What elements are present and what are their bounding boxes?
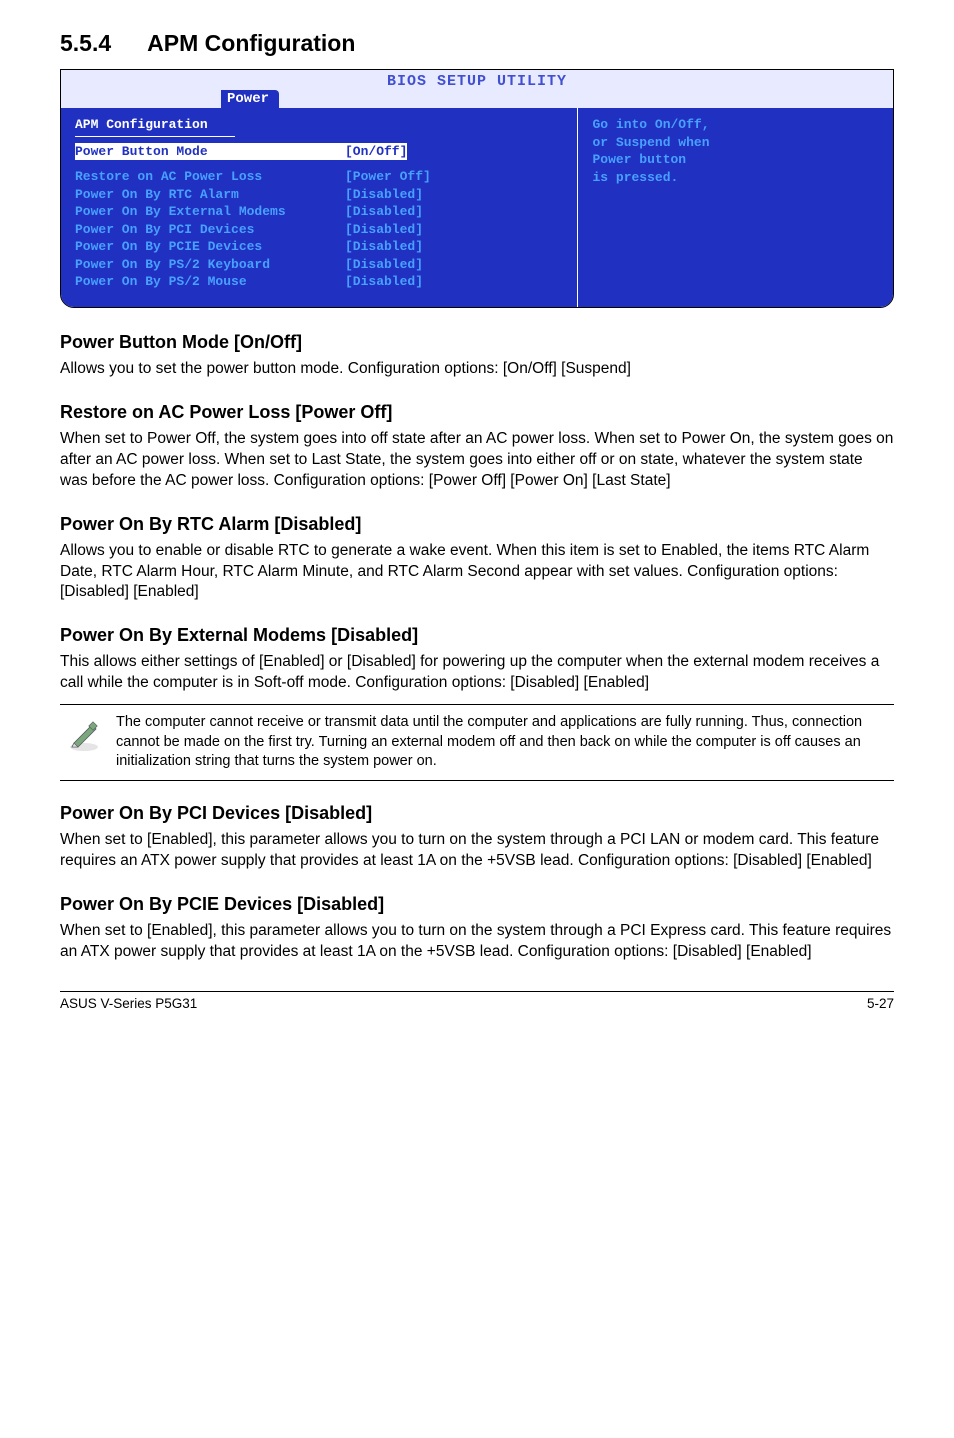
section-title: 5.5.4 APM Configuration bbox=[60, 30, 894, 57]
sub-heading: Restore on AC Power Loss [Power Off] bbox=[60, 402, 894, 423]
help-line: Go into On/Off, bbox=[592, 116, 881, 134]
sub-heading: Power On By PCI Devices [Disabled] bbox=[60, 803, 894, 824]
section-number: 5.5.4 bbox=[60, 30, 111, 57]
footer-left: ASUS V-Series P5G31 bbox=[60, 996, 197, 1011]
content-sections-2: Power On By PCI Devices [Disabled] When s… bbox=[60, 803, 894, 963]
bios-row-value: [Disabled] bbox=[345, 238, 423, 256]
help-line: Power button bbox=[592, 151, 881, 169]
bios-setup-title: BIOS SETUP UTILITY bbox=[387, 73, 567, 90]
page-footer: ASUS V-Series P5G31 5-27 bbox=[60, 991, 894, 1011]
bios-row: Power On By PS/2 Mouse[Disabled] bbox=[75, 273, 565, 291]
content-sections: Power Button Mode [On/Off] Allows you to … bbox=[60, 332, 894, 694]
bios-tab-power: Power bbox=[221, 90, 279, 108]
body-text: Allows you to enable or disable RTC to g… bbox=[60, 541, 894, 604]
bios-row-value: [Disabled] bbox=[345, 256, 423, 274]
bios-row: Power On By PS/2 Keyboard[Disabled] bbox=[75, 256, 565, 274]
help-line: or Suspend when bbox=[592, 134, 881, 152]
bios-row-key: Power On By PS/2 Keyboard bbox=[75, 256, 345, 274]
bios-row-key: Power Button Mode bbox=[75, 143, 345, 161]
apm-config-heading: APM Configuration bbox=[75, 116, 565, 134]
note-text: The computer cannot receive or transmit … bbox=[116, 713, 894, 772]
bios-row: Power On By PCIE Devices[Disabled] bbox=[75, 238, 565, 256]
bios-row-value: [Disabled] bbox=[345, 273, 423, 291]
bios-panel: BIOS SETUP UTILITY Power APM Configurati… bbox=[60, 69, 894, 308]
bios-row: Power On By PCI Devices[Disabled] bbox=[75, 221, 565, 239]
body-text: This allows either settings of [Enabled]… bbox=[60, 652, 894, 694]
bios-row-value: [On/Off] bbox=[345, 143, 407, 161]
bios-row-value: [Disabled] bbox=[345, 186, 423, 204]
bios-inner: APM Configuration Power Button Mode[On/O… bbox=[61, 108, 893, 307]
help-line: is pressed. bbox=[592, 169, 881, 187]
sub-heading: Power On By RTC Alarm [Disabled] bbox=[60, 514, 894, 535]
bios-row-value: [Disabled] bbox=[345, 203, 423, 221]
pencil-icon bbox=[60, 713, 116, 758]
body-text: When set to [Enabled], this parameter al… bbox=[60, 830, 894, 872]
bios-help-pane: Go into On/Off, or Suspend when Power bu… bbox=[578, 108, 893, 307]
bios-header: BIOS SETUP UTILITY bbox=[61, 70, 893, 92]
body-text: When set to Power Off, the system goes i… bbox=[60, 429, 894, 492]
sub-heading: Power Button Mode [On/Off] bbox=[60, 332, 894, 353]
body-text: Allows you to set the power button mode.… bbox=[60, 359, 894, 380]
bios-row: Restore on AC Power Loss[Power Off] bbox=[75, 168, 565, 186]
section-heading-text: APM Configuration bbox=[147, 30, 355, 56]
bios-row-value: [Disabled] bbox=[345, 221, 423, 239]
body-text: When set to [Enabled], this parameter al… bbox=[60, 921, 894, 963]
sub-heading: Power On By External Modems [Disabled] bbox=[60, 625, 894, 646]
bios-row-key: Power On By PS/2 Mouse bbox=[75, 273, 345, 291]
bios-row-key: Power On By PCI Devices bbox=[75, 221, 345, 239]
bios-row-key: Restore on AC Power Loss bbox=[75, 168, 345, 186]
bios-row: Power Button Mode[On/Off] bbox=[75, 143, 565, 161]
footer-right: 5-27 bbox=[867, 996, 894, 1011]
sub-heading: Power On By PCIE Devices [Disabled] bbox=[60, 894, 894, 915]
bios-rows-container: Power Button Mode[On/Off]Restore on AC P… bbox=[75, 143, 565, 291]
bios-row-key: Power On By PCIE Devices bbox=[75, 238, 345, 256]
bios-row: Power On By External Modems[Disabled] bbox=[75, 203, 565, 221]
bios-row-value: [Power Off] bbox=[345, 168, 431, 186]
bios-row-key: Power On By RTC Alarm bbox=[75, 186, 345, 204]
note-box: The computer cannot receive or transmit … bbox=[60, 704, 894, 781]
bios-row: Power On By RTC Alarm[Disabled] bbox=[75, 186, 565, 204]
bios-left-pane: APM Configuration Power Button Mode[On/O… bbox=[61, 108, 577, 307]
heading-underline bbox=[75, 136, 235, 137]
bios-tab-row: Power bbox=[61, 90, 893, 108]
bios-row-key: Power On By External Modems bbox=[75, 203, 345, 221]
